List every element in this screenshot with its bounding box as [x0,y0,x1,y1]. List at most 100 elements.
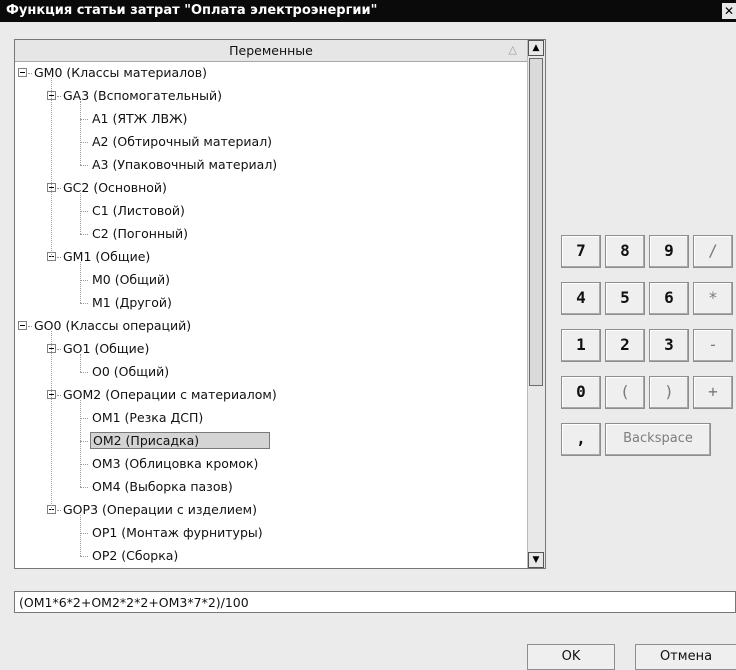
key-3-0[interactable]: 0 [561,376,601,409]
tree-item[interactable]: C1 (Листовой) [15,200,527,223]
key-op-0-3[interactable]: / [693,235,733,268]
title-bar: Функция статьи затрат "Оплата электроэне… [0,0,736,22]
tree-item[interactable]: A3 (Упаковочный материал) [15,154,527,177]
key-0-0[interactable]: 7 [561,235,601,268]
tree-item[interactable]: C2 (Погонный) [15,223,527,246]
formula-input[interactable] [19,593,719,611]
tree-item[interactable]: OM3 (Облицовка кромок) [15,453,527,476]
collapse-toggle-icon[interactable] [18,68,27,77]
tree-item[interactable]: GOP3 (Операции с изделием) [15,499,527,522]
sort-arrow-icon: △ [508,43,517,56]
tree-guide-line [80,400,81,487]
tree-header-label: Переменные [229,43,313,58]
tree-guide-line [51,331,52,510]
key-1-0[interactable]: 4 [561,282,601,315]
tree-item[interactable]: GM0 (Классы материалов) [15,62,527,85]
key-1-1[interactable]: 5 [605,282,645,315]
tree-item-label: GO0 (Классы операций) [34,318,192,333]
tree-guide-line [80,262,81,303]
tree-item[interactable]: OM1 (Резка ДСП) [15,407,527,430]
tree-item-label: GOM2 (Операции с материалом) [63,387,277,402]
ok-button[interactable]: OK [527,644,615,670]
tree-item[interactable]: GO0 (Классы операций) [15,315,527,338]
key-0-2[interactable]: 9 [649,235,689,268]
tree-item[interactable]: OP2 (Сборка) [15,545,527,568]
tree-item-label: GM1 (Общие) [63,249,151,264]
key-0-1[interactable]: 8 [605,235,645,268]
key-op-1-3[interactable]: * [693,282,733,315]
tree-item-label: A3 (Упаковочный материал) [92,157,278,172]
tree-item-label: O0 (Общий) [92,364,170,379]
key-2-0[interactable]: 1 [561,329,601,362]
tree-item-label: OP1 (Монтаж фурнитуры) [92,525,263,540]
scroll-down-icon[interactable]: ▼ [528,552,544,568]
tree-item-label: GC2 (Основной) [63,180,167,195]
tree-item-label: C1 (Листовой) [92,203,185,218]
tree-item[interactable]: O0 (Общий) [15,361,527,384]
tree-item-label: A2 (Обтирочный материал) [92,134,273,149]
tree-item[interactable]: GM1 (Общие) [15,246,527,269]
close-icon[interactable]: ✕ [722,3,736,19]
tree-item-selected[interactable]: OM2 (Присадка) [15,430,527,453]
tree-item-label: OM1 (Резка ДСП) [92,410,204,425]
window-title: Функция статьи затрат "Оплата электроэне… [6,3,378,18]
scroll-up-icon[interactable]: ▲ [528,40,544,56]
key-op-3-1[interactable]: ( [605,376,645,409]
tree-guide-line [80,354,81,372]
tree-connector [80,487,88,488]
tree-item-label: C2 (Погонный) [92,226,189,241]
tree-item[interactable]: GOM2 (Операции с материалом) [15,384,527,407]
tree-connector [80,303,88,304]
key-op-2-3[interactable]: - [693,329,733,362]
key-op-3-2[interactable]: ) [649,376,689,409]
tree-connector [80,418,88,419]
tree-item[interactable]: OM4 (Выборка пазов) [15,476,527,499]
key-2-1[interactable]: 2 [605,329,645,362]
variables-tree: GM0 (Классы материалов) GA3 (Вспомогатель… [15,62,527,568]
tree-scrollbar[interactable]: ▲ ▼ [527,40,545,568]
tree-item[interactable]: M0 (Общий) [15,269,527,292]
tree-guide-line [51,78,52,257]
tree-column-header[interactable]: Переменные △ [15,40,528,62]
key-op-3-3[interactable]: + [693,376,733,409]
tree-item[interactable]: A2 (Обтирочный материал) [15,131,527,154]
tree-item-label: OM3 (Облицовка кромок) [92,456,259,471]
key-comma[interactable]: , [561,423,601,456]
tree-connector [80,165,88,166]
collapse-toggle-icon[interactable] [18,321,27,330]
tree-item-label: GOP3 (Операции с изделием) [63,502,257,517]
tree-item[interactable]: GC2 (Основной) [15,177,527,200]
key-2-2[interactable]: 3 [649,329,689,362]
tree-connector [80,464,88,465]
backspace-button[interactable]: Backspace [605,423,711,456]
key-1-2[interactable]: 6 [649,282,689,315]
tree-item-label: GA3 (Вспомогательный) [63,88,222,103]
variables-tree-panel: Переменные △ GM0 (Классы материалов) GA3 … [14,39,546,569]
tree-item-label: A1 (ЯТЖ ЛВЖ) [92,111,188,126]
tree-connector [80,441,88,442]
tree-item[interactable]: OP1 (Монтаж фурнитуры) [15,522,527,545]
tree-connector [80,211,88,212]
tree-item-label: M1 (Другой) [92,295,172,310]
tree-connector [80,142,88,143]
tree-item[interactable]: A1 (ЯТЖ ЛВЖ) [15,108,527,131]
tree-item-label: OM4 (Выборка пазов) [92,479,233,494]
tree-item-label: OP2 (Сборка) [92,548,179,563]
tree-connector [80,372,88,373]
formula-field-wrapper [14,591,736,613]
tree-item[interactable]: GA3 (Вспомогательный) [15,85,527,108]
tree-connector [80,556,88,557]
tree-item[interactable]: GO1 (Общие) [15,338,527,361]
tree-item[interactable]: M1 (Другой) [15,292,527,315]
tree-connector [80,119,88,120]
tree-connector [80,280,88,281]
tree-item-label: GO1 (Общие) [63,341,150,356]
scroll-thumb[interactable] [529,58,543,386]
cancel-button[interactable]: Отмена [635,644,736,670]
tree-item-label: GM0 (Классы материалов) [34,65,208,80]
tree-connector [80,234,88,235]
tree-item-label: M0 (Общий) [92,272,171,287]
tree-item-label: OM2 (Присадка) [90,432,271,449]
tree-connector [80,533,88,534]
tree-guide-line [80,101,81,165]
